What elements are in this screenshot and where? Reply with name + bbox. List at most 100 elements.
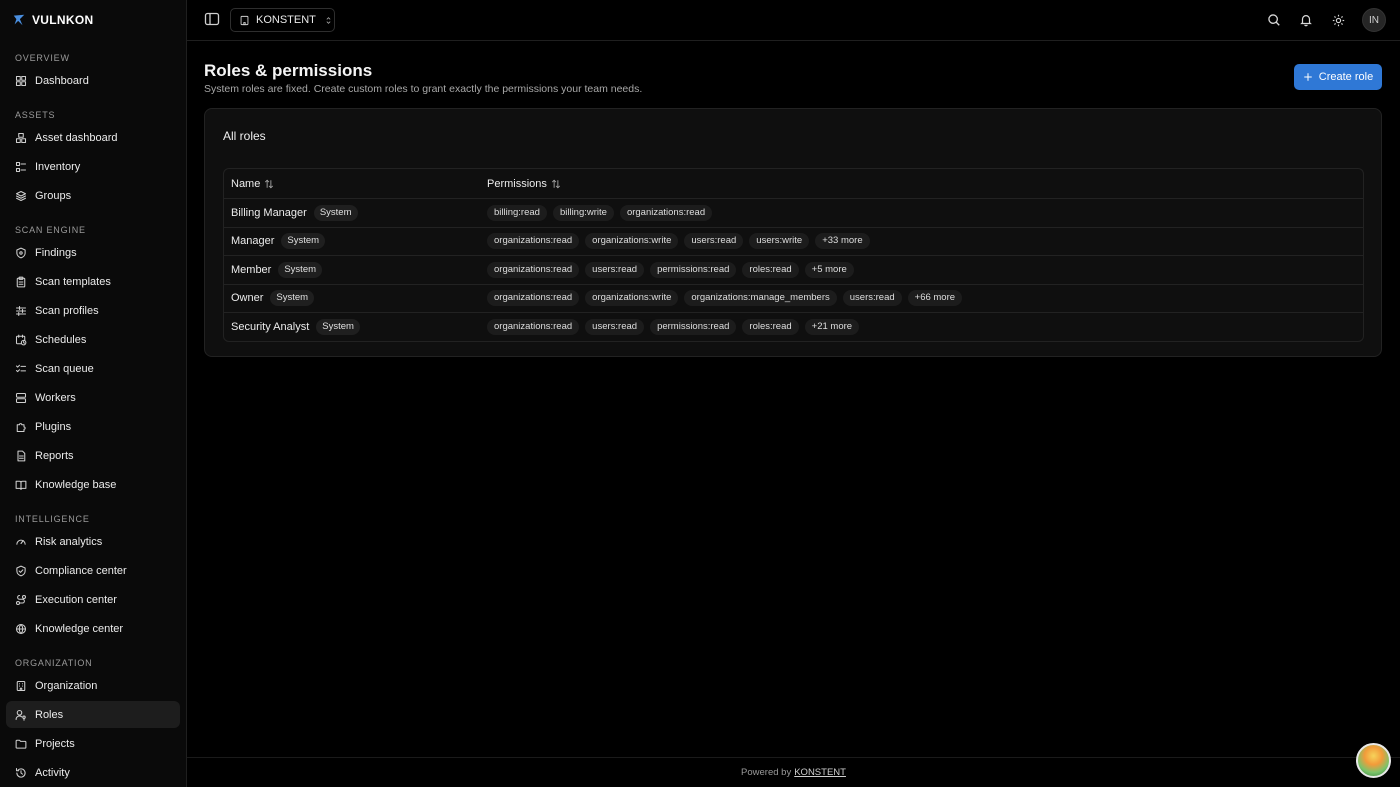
sidebar-item-risk-analytics[interactable]: Risk analytics [6, 528, 180, 555]
sidebar-item-projects[interactable]: Projects [6, 730, 180, 757]
role-name: Owner [231, 292, 264, 305]
table-row[interactable]: Security Analyst System organizations:read… [224, 312, 1363, 341]
role-name: Member [231, 263, 272, 276]
route-icon [15, 594, 27, 606]
topbar-actions: IN [1266, 8, 1386, 32]
permissions-header-label: Permissions [487, 177, 547, 190]
sidebar-item-label: Inventory [35, 160, 81, 173]
section-label: OVERVIEW [15, 53, 70, 63]
permission-chip: billing:read [487, 204, 547, 221]
brand[interactable]: VULNKON [0, 0, 186, 40]
role-name: Billing Manager [231, 206, 307, 219]
permission-chip: organizations:read [619, 204, 713, 221]
plus-icon [1303, 72, 1313, 82]
sidebar-item-execution-center[interactable]: Execution center [6, 586, 180, 613]
sidebar-item-knowledge-center[interactable]: Knowledge center [6, 615, 180, 642]
permission-chip: roles:read [742, 261, 799, 278]
role-name: Manager [231, 235, 275, 248]
sidebar-item-scan-templates[interactable]: Scan templates [6, 268, 180, 295]
sidebar-item-groups[interactable]: Groups [6, 182, 180, 209]
sidebar-item-label: Workers [35, 391, 76, 404]
permission-chip: organizations:read [487, 261, 580, 278]
system-badge: System [313, 204, 358, 221]
sidebar-toggle-icon[interactable] [204, 11, 220, 27]
sidebar-nav: OVERVIEW Dashboard ASSETS Asset dashboard In… [0, 51, 186, 786]
card-title: All roles [223, 129, 266, 143]
history-icon [15, 767, 27, 779]
table-row[interactable]: Member System organizations:read users:read… [224, 255, 1363, 284]
permissions-column-header[interactable]: Permissions [480, 178, 1363, 190]
footer-link[interactable]: KONSTENT [794, 767, 846, 778]
section-label: ORGANIZATION [15, 658, 93, 668]
sidebar-item-findings[interactable]: Findings [6, 239, 180, 266]
role-name-cell: Billing Manager System [224, 204, 480, 221]
footer: Powered by KONSTENT [187, 757, 1400, 787]
sidebar: VULNKON OVERVIEW Dashboard ASSETS Asset das… [0, 0, 187, 787]
sun-icon[interactable] [1330, 12, 1346, 28]
sidebar-item-plugins[interactable]: Plugins [6, 413, 180, 440]
role-name-cell: Manager System [224, 233, 480, 250]
permissions-cell: organizations:read organizations:write use… [480, 233, 1363, 250]
table-row[interactable]: Billing Manager System billing:read billing… [224, 198, 1363, 227]
sidebar-item-dashboard[interactable]: Dashboard [6, 67, 180, 94]
system-badge: System [281, 233, 326, 250]
more-permissions-chip[interactable]: +33 more [815, 233, 870, 250]
permission-chip: organizations:write [585, 290, 679, 307]
permission-chip: roles:read [742, 318, 799, 335]
sidebar-item-label: Roles [35, 708, 64, 721]
bell-icon[interactable] [1298, 12, 1314, 28]
user-avatar[interactable]: IN [1362, 8, 1386, 32]
permission-chip: organizations:read [487, 318, 580, 335]
sidebar-item-knowledge-base[interactable]: Knowledge base [6, 471, 180, 498]
file-text-icon [15, 450, 27, 462]
role-name-cell: Owner System [224, 290, 480, 307]
sidebar-item-scan-queue[interactable]: Scan queue [6, 355, 180, 382]
sidebar-item-label: Dashboard [35, 74, 89, 87]
permission-chip: users:write [749, 233, 810, 250]
sidebar-item-schedules[interactable]: Schedules [6, 326, 180, 353]
sidebar-item-label: Knowledge center [35, 622, 124, 635]
sliders-icon [15, 305, 27, 317]
building-icon [15, 680, 27, 692]
org-selector[interactable]: KONSTENT [230, 8, 335, 32]
more-permissions-chip[interactable]: +5 more [804, 261, 854, 278]
permissions-cell: billing:read billing:write organizations:r… [480, 204, 1363, 221]
more-permissions-chip[interactable]: +21 more [804, 318, 860, 335]
system-badge: System [270, 290, 315, 307]
table-body: Billing Manager System billing:read billing… [224, 198, 1363, 341]
list-checks-icon [15, 363, 27, 375]
sidebar-item-roles[interactable]: Roles [6, 701, 180, 728]
puzzle-icon [15, 421, 27, 433]
create-role-button[interactable]: Create role [1294, 64, 1382, 90]
server-icon [15, 392, 27, 404]
system-badge: System [316, 318, 360, 335]
sidebar-item-reports[interactable]: Reports [6, 442, 180, 469]
sidebar-item-scan-profiles[interactable]: Scan profiles [6, 297, 180, 324]
sidebar-item-activity[interactable]: Activity [6, 759, 180, 786]
permissions-cell: organizations:read users:read permissions:… [480, 261, 1363, 278]
assistant-avatar[interactable] [1356, 743, 1391, 778]
sort-icon [551, 179, 561, 189]
shield-icon [15, 247, 27, 259]
sidebar-item-label: Scan queue [35, 362, 94, 375]
table-row[interactable]: Owner System organizations:read organizatio… [224, 283, 1363, 313]
sidebar-item-label: Scan templates [35, 275, 111, 288]
sidebar-item-label: Activity [35, 766, 70, 779]
permission-chip: billing:write [552, 204, 614, 221]
sidebar-item-compliance-center[interactable]: Compliance center [6, 557, 180, 584]
search-icon[interactable] [1266, 12, 1282, 28]
sort-icon [264, 179, 274, 189]
brand-name: VULNKON [32, 13, 94, 27]
sidebar-item-workers[interactable]: Workers [6, 384, 180, 411]
permission-chip: organizations:manage_members [684, 290, 837, 307]
sidebar-item-inventory[interactable]: Inventory [6, 153, 180, 180]
permission-chip: users:read [684, 233, 744, 250]
more-permissions-chip[interactable]: +66 more [907, 290, 963, 307]
sidebar-item-organization[interactable]: Organization [6, 672, 180, 699]
sidebar-item-label: Organization [35, 679, 98, 692]
sidebar-item-asset-dashboard[interactable]: Asset dashboard [6, 124, 180, 151]
table-row[interactable]: Manager System organizations:read organizat… [224, 226, 1363, 256]
name-column-header[interactable]: Name [224, 178, 480, 190]
permission-chip: organizations:write [585, 233, 679, 250]
role-name: Security Analyst [231, 320, 310, 333]
